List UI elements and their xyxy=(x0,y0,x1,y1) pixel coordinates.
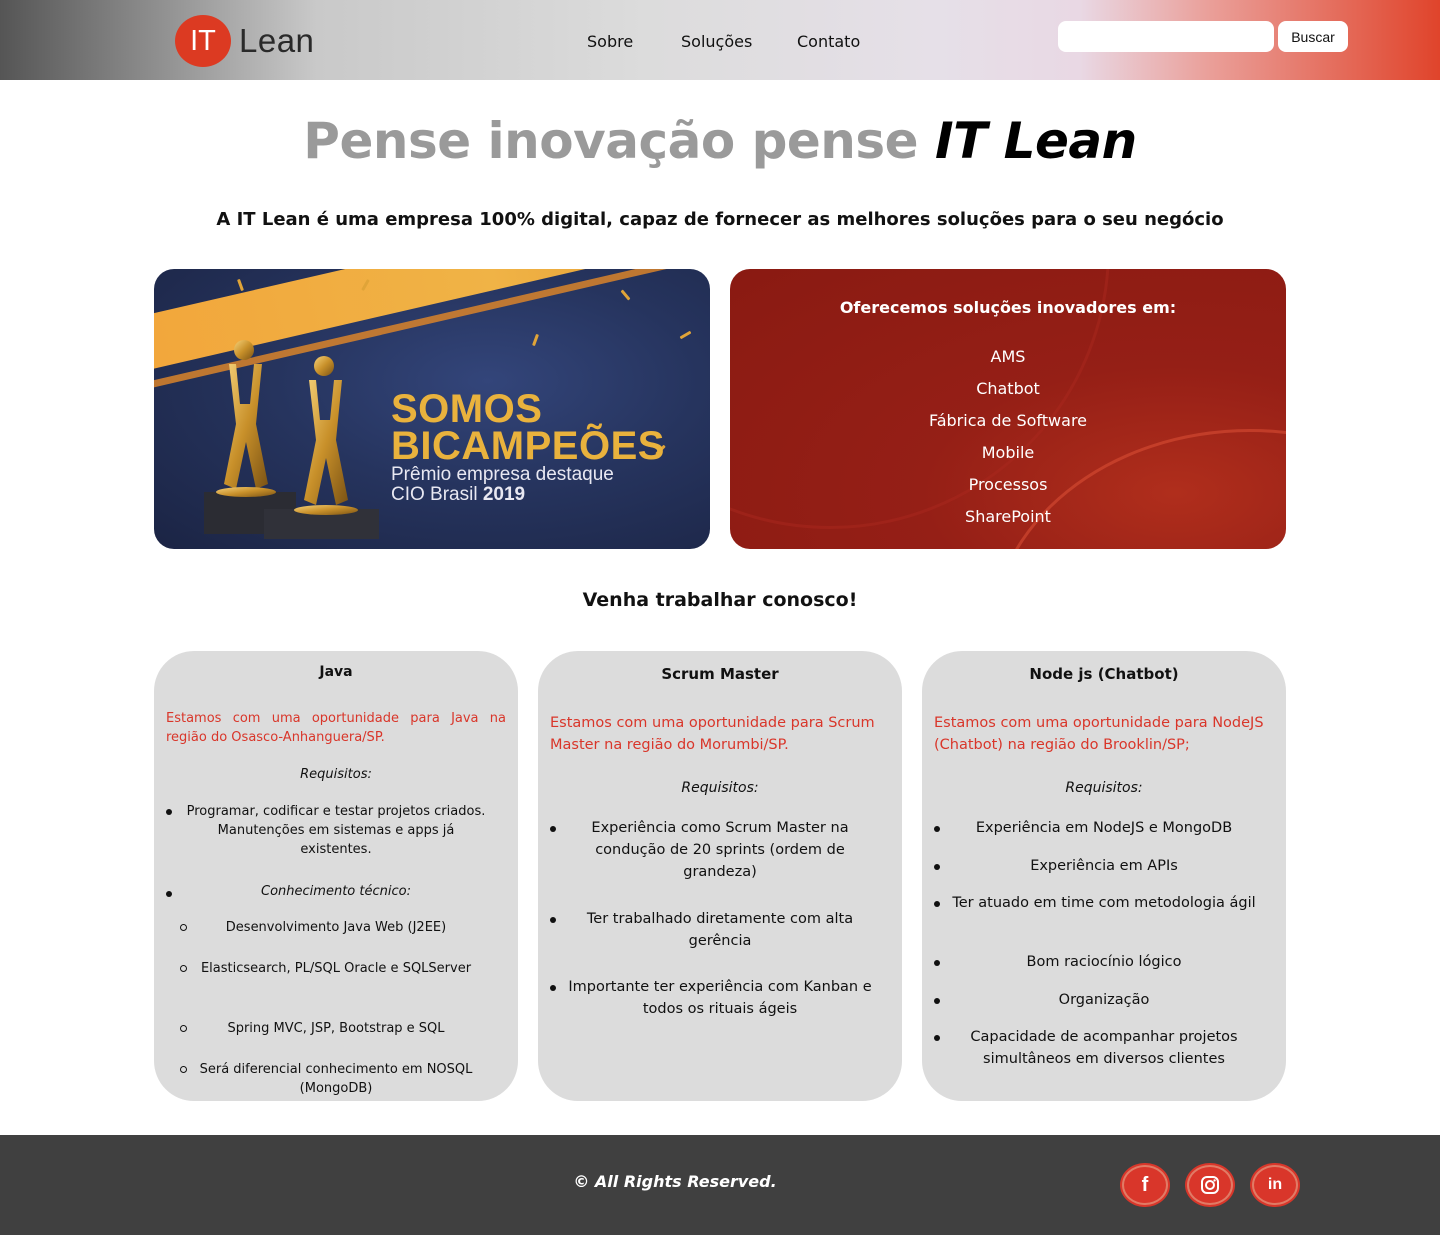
solution-item-fabrica: Fábrica de Software xyxy=(928,411,1088,430)
facebook-icon[interactable]: f xyxy=(1122,1165,1168,1205)
job-title: Java xyxy=(319,664,353,680)
job-title: Node js (Chatbot) xyxy=(1029,665,1179,683)
instagram-glyph xyxy=(1201,1176,1219,1194)
award-banner: SOMOS BICAMPEÕES Prêmio empresa destaque … xyxy=(154,269,710,549)
banner-line-3: Prêmio empresa destaque xyxy=(391,464,614,485)
top-navbar: IT Lean Sobre Soluções Contato Buscar xyxy=(0,0,1440,80)
linkedin-icon[interactable]: in xyxy=(1252,1165,1298,1205)
list-bullet xyxy=(934,960,940,966)
job-card-nodejs: Node js (Chatbot) Estamos com uma oportu… xyxy=(922,651,1286,1101)
list-item: Experiência em APIs xyxy=(1030,858,1178,874)
banner-line-4a: CIO Brasil xyxy=(391,484,483,505)
list-bullet xyxy=(550,917,556,923)
list-bullet xyxy=(550,826,556,832)
list-item: Importante ter experiência com Kanban e … xyxy=(568,979,872,1017)
page-title: Pense inovação pense IT Lean xyxy=(0,112,1440,170)
list-item: Ter trabalhado diretamente com alta gerê… xyxy=(586,911,854,949)
list-bullet xyxy=(934,1035,940,1041)
confetti xyxy=(532,333,539,347)
banner-caption: Prêmio empresa destaque CIO Brasil 2019 xyxy=(391,465,614,505)
sublist-item: Spring MVC, JSP, Bootstrap e SQL xyxy=(227,1021,445,1036)
solutions-title: Oferecemos soluções inovadores em: xyxy=(839,298,1177,317)
footer: © All Rights Reserved. f in xyxy=(0,1135,1440,1235)
list-item: Conhecimento técnico: xyxy=(261,884,411,899)
sublist-bullet xyxy=(180,1066,187,1073)
instagram-icon[interactable] xyxy=(1187,1165,1233,1205)
requirements-label: Requisitos: xyxy=(300,767,372,782)
logo-mark: IT xyxy=(175,15,231,67)
logo[interactable]: IT Lean xyxy=(175,15,314,67)
requirements-label: Requisitos: xyxy=(1065,780,1143,796)
banner-line-4: CIO Brasil 2019 xyxy=(391,485,614,505)
solution-item-processos: Processos xyxy=(968,475,1048,494)
sublist-bullet xyxy=(180,965,187,972)
list-bullet xyxy=(550,985,556,991)
job-title: Scrum Master xyxy=(661,665,779,683)
sublist-item: Desenvolvimento Java Web (J2EE) xyxy=(225,920,447,935)
banner-line-1: SOMOS xyxy=(391,387,543,431)
nav-link-solucoes[interactable]: Soluções xyxy=(681,32,752,51)
list-item: Capacidade de acompanhar projetos simult… xyxy=(970,1029,1238,1067)
solution-item-sharepoint: SharePoint xyxy=(965,507,1051,526)
list-bullet xyxy=(166,891,172,897)
banner-year: 2019 xyxy=(482,484,526,505)
job-description: Estamos com uma oportunidade para Scrum … xyxy=(550,715,875,753)
list-item: Bom raciocínio lógico xyxy=(1026,954,1182,970)
list-bullet xyxy=(166,809,172,815)
requirements-label: Requisitos: xyxy=(681,780,759,796)
nav-link-contato[interactable]: Contato xyxy=(797,32,860,51)
careers-title: Venha trabalhar conosco! xyxy=(582,589,858,611)
search-input[interactable] xyxy=(1058,21,1274,52)
list-item: Organização xyxy=(1058,992,1150,1008)
sublist-item: Será diferencial conhecimento em NOSQL (… xyxy=(199,1062,473,1096)
title-prefix: Pense inovação pense xyxy=(303,112,935,170)
list-item: Experiência como Scrum Master na conduçã… xyxy=(591,820,849,880)
job-description: Estamos com uma oportunidade para NodeJS… xyxy=(934,715,1264,753)
list-bullet xyxy=(934,901,940,907)
solutions-box: Oferecemos soluções inovadores em: AMS C… xyxy=(730,269,1286,549)
sublist-bullet xyxy=(180,1025,187,1032)
logo-text: Lean xyxy=(239,22,315,59)
solution-item-chatbot: Chatbot xyxy=(976,379,1040,398)
list-bullet xyxy=(934,998,940,1004)
list-item: Ter atuado em time com metodologia ágil xyxy=(952,895,1256,911)
banner-headline: SOMOS BICAMPEÕES xyxy=(391,387,665,468)
banner-line-2: BICAMPEÕES xyxy=(391,424,665,468)
list-bullet xyxy=(934,826,940,832)
trophy-image xyxy=(204,340,379,539)
confetti xyxy=(679,330,692,340)
sublist-item: Elasticsearch, PL/SQL Oracle e SQLServer xyxy=(200,961,472,976)
confetti xyxy=(620,289,631,301)
list-item: Programar, codificar e testar projetos c… xyxy=(186,804,486,857)
list-bullet xyxy=(934,864,940,870)
title-brand: IT Lean xyxy=(934,112,1137,170)
list-item: Experiência em NodeJS e MongoDB xyxy=(975,820,1233,836)
job-card-scrum-master: Scrum Master Estamos com uma oportunidad… xyxy=(538,651,902,1101)
solution-item-mobile: Mobile xyxy=(981,443,1035,462)
sublist-bullet xyxy=(180,924,187,931)
solution-item-ams: AMS xyxy=(990,347,1026,366)
page-subtitle: A IT Lean é uma empresa 100% digital, ca… xyxy=(216,209,1224,230)
job-card-java: Java Estamos com uma oportunidade para J… xyxy=(154,651,518,1101)
confetti xyxy=(237,278,244,292)
job-description: Estamos com uma oportunidade para Java n… xyxy=(166,711,506,745)
search-button[interactable]: Buscar xyxy=(1278,21,1348,52)
nav-link-sobre[interactable]: Sobre xyxy=(587,32,633,51)
